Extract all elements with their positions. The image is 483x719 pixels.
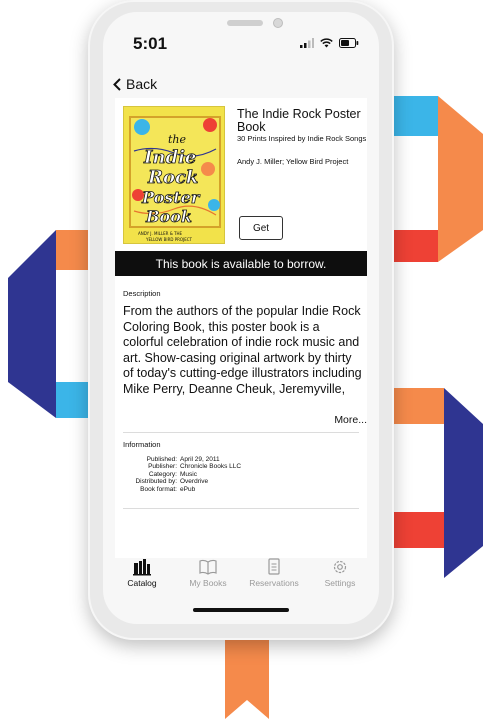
information-heading: Information: [123, 440, 161, 449]
info-row-published: Published: April 29, 2011: [123, 456, 323, 463]
ribbon-navy-left: [8, 230, 56, 418]
book-title: The Indie Rock Poster Book: [237, 107, 361, 134]
info-key: Publisher:: [148, 463, 177, 471]
book-icon: [199, 559, 217, 575]
signal-icon: [300, 38, 314, 48]
info-value: Music: [180, 470, 197, 478]
tab-label: My Books: [189, 578, 227, 588]
book-author: Andy J. Miller; Yellow Bird Project: [237, 157, 349, 166]
front-camera: [273, 18, 283, 28]
status-icons: [300, 38, 359, 48]
description-text: From the authors of the popular Indie Ro…: [123, 304, 362, 396]
catalog-icon: [133, 559, 151, 576]
tab-label: Catalog: [127, 578, 157, 588]
info-key: Published:: [146, 456, 177, 463]
home-indicator: [193, 608, 289, 612]
cover-word-poster: Poster: [141, 188, 201, 207]
back-button[interactable]: Back: [113, 76, 157, 92]
ribbon-blue-left: [56, 382, 88, 418]
chevron-left-icon: [113, 77, 121, 91]
more-link[interactable]: More...: [334, 414, 367, 426]
info-key: Distributed by:: [135, 478, 177, 486]
cover-word-rock: Rock: [147, 167, 198, 188]
info-row-category: Category: Music: [123, 471, 323, 478]
ribbon-orange-fold-right: [438, 230, 483, 262]
book-subtitle: 30 Prints Inspired by Indie Rock Songs: [237, 134, 367, 143]
info-value: ePub: [180, 485, 196, 493]
description-heading: Description: [123, 289, 161, 298]
availability-banner: This book is available to borrow.: [115, 251, 367, 276]
tab-catalog[interactable]: Catalog: [112, 558, 172, 602]
status-bar: 5:01: [103, 12, 379, 62]
ribbon-orange-right: [438, 96, 483, 230]
reservations-icon: [268, 558, 280, 575]
cover-word-the: the: [168, 133, 187, 146]
book-cover-art: the Indie Rock Poster Book ANDY J. MILLE…: [124, 107, 224, 243]
battery-icon: [339, 38, 359, 48]
wifi-icon: [320, 38, 333, 48]
book-detail: the Indie Rock Poster Book ANDY J. MILLE…: [115, 98, 367, 558]
back-label: Back: [126, 76, 158, 92]
info-value: Chronicle Books LLC: [180, 463, 242, 471]
status-time: 5:01: [133, 34, 168, 53]
book-cover: the Indie Rock Poster Book ANDY J. MILLE…: [123, 106, 225, 244]
divider: [123, 432, 359, 433]
ribbon-red-lower-right: [394, 512, 444, 548]
tab-settings[interactable]: Settings: [310, 558, 370, 602]
phone-screen: 5:01 Back the Indie Rock Poster Book AND…: [103, 12, 379, 624]
info-key: Book format:: [140, 485, 177, 493]
tab-bar: Catalog My Books Reservations Settings: [103, 558, 379, 602]
gear-icon: [333, 560, 347, 574]
tab-my-books[interactable]: My Books: [178, 558, 238, 602]
cover-credit-line2: YELLOW BIRD PROJECT: [145, 237, 193, 242]
navigation-bar: Back: [103, 68, 379, 98]
ribbon-orange-left: [56, 230, 88, 270]
tab-label: Reservations: [249, 578, 299, 588]
speaker-grille: [227, 20, 263, 26]
tab-label: Settings: [324, 578, 356, 588]
divider: [123, 508, 359, 509]
ribbon-navy-right: [444, 388, 483, 578]
tab-reservations[interactable]: Reservations: [244, 558, 304, 602]
info-row-distributed-by: Distributed by: Overdrive: [123, 478, 323, 485]
cover-word-indie: Indie: [143, 147, 196, 168]
cover-credit-line1: ANDY J. MILLER & THE: [138, 231, 183, 236]
info-value: Overdrive: [180, 478, 209, 486]
info-row-publisher: Publisher: Chronicle Books LLC: [123, 463, 323, 470]
info-value: April 29, 2011: [180, 456, 220, 463]
get-button[interactable]: Get: [239, 216, 283, 240]
ribbon-red-right: [394, 230, 438, 262]
information-table: Published: April 29, 2011 Publisher: Chr…: [123, 456, 323, 493]
ribbon-blue-top-right: [394, 96, 438, 136]
info-row-book-format: Book format: ePub: [123, 486, 323, 493]
ribbon-orange-lower-right: [394, 388, 444, 424]
info-key: Category:: [148, 470, 177, 478]
cover-word-book: Book: [145, 207, 192, 226]
